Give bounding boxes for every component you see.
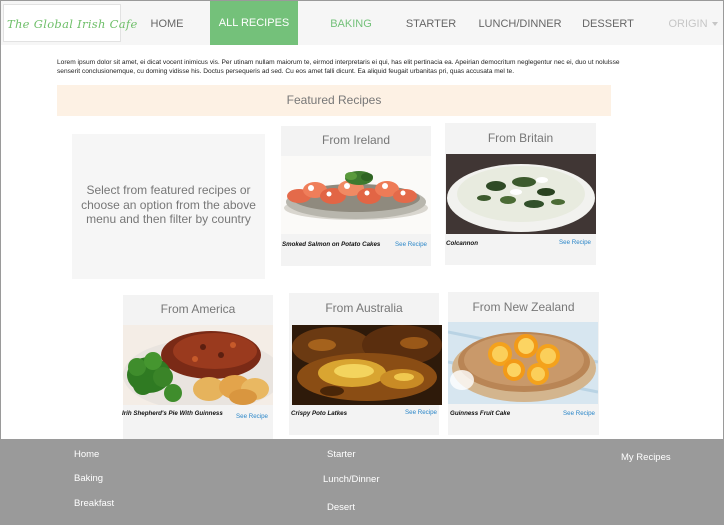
recipe-card-america[interactable]: From America Irih Shepherd's Pie With Gu…	[122, 295, 273, 439]
potato-latkes-photo	[292, 325, 442, 405]
nav-baking[interactable]: BAKING	[323, 1, 379, 45]
recipe-card-australia[interactable]: From Australia Crispy Poto Latkes See Re…	[289, 293, 442, 435]
featured-recipes-heading: Featured Recipes	[57, 85, 611, 116]
select-prompt-panel: Select from featured recipes or choose a…	[72, 134, 265, 279]
smoked-salmon-photo	[281, 156, 431, 234]
select-prompt-text: Select from featured recipes or choose a…	[81, 183, 256, 226]
card-country-title: From America	[160, 302, 236, 316]
origin-dropdown[interactable]: ORIGIN	[666, 1, 720, 45]
recipe-card-ireland[interactable]: From Ireland Smoked Salmon on Potato Cak…	[281, 126, 431, 266]
nav-dessert[interactable]: DESSERT	[579, 1, 637, 45]
card-country-title: From Ireland	[321, 133, 391, 147]
footer-link-desert[interactable]: Desert	[327, 502, 355, 513]
page-frame: The Global Irish Cafe HOME ALL RECIPES B…	[0, 0, 724, 525]
recipe-card-britain[interactable]: From Britain Colcannon See Recipe	[445, 123, 596, 265]
footer-link-baking[interactable]: Baking	[74, 473, 103, 484]
shepherds-pie-photo	[123, 325, 273, 405]
fruit-cake-photo	[448, 322, 598, 404]
card-country-title: From Australia	[325, 301, 403, 315]
card-recipe-name: Crispy Poto Latkes	[291, 410, 348, 417]
nav-lunch-dinner[interactable]: LUNCH/DINNER	[477, 1, 563, 45]
see-recipe-link[interactable]: See Recipe	[405, 409, 437, 416]
colcannon-photo	[446, 154, 596, 234]
card-country-title: From New Zealand	[472, 300, 575, 314]
chevron-down-icon	[711, 22, 718, 27]
footer-link-my-recipes[interactable]: My Recipes	[621, 452, 671, 463]
card-recipe-name: Smoked Salmon on Potato Cakes	[282, 241, 381, 248]
see-recipe-link[interactable]: See Recipe	[563, 410, 595, 417]
intro-paragraph: Lorem ipsum dolor sit amet, ei dicat voc…	[57, 59, 620, 75]
recipe-card-new-zealand[interactable]: From New Zealand Guinness Fruit Cake See…	[448, 292, 599, 435]
site-logo-text: The Global Irish Cafe	[7, 17, 138, 31]
card-country-title: From Britain	[487, 131, 554, 145]
footer-link-home[interactable]: Home	[74, 449, 99, 460]
site-footer: Home Baking Breakfast Starter Lunch/Dinn…	[1, 439, 723, 524]
site-logo[interactable]: The Global Irish Cafe	[3, 4, 137, 42]
footer-link-breakfast[interactable]: Breakfast	[74, 498, 114, 509]
nav-home[interactable]: HOME	[141, 1, 193, 45]
top-navigation: The Global Irish Cafe HOME ALL RECIPES B…	[1, 1, 723, 45]
origin-dropdown-label: ORIGIN	[668, 18, 708, 30]
card-recipe-name: Guinness Fruit Cake	[450, 410, 511, 417]
see-recipe-link[interactable]: See Recipe	[559, 239, 591, 246]
card-recipe-name: Irih Shepherd's Pie With Guinness	[122, 410, 223, 417]
see-recipe-link[interactable]: See Recipe	[395, 241, 427, 248]
nav-all-recipes[interactable]: ALL RECIPES	[210, 1, 298, 45]
nav-starter[interactable]: STARTER	[401, 1, 461, 45]
card-recipe-name: Colcannon	[446, 240, 478, 247]
footer-link-lunch-dinner[interactable]: Lunch/Dinner	[323, 474, 380, 485]
footer-link-starter[interactable]: Starter	[327, 449, 356, 460]
see-recipe-link[interactable]: See Recipe	[236, 413, 268, 420]
